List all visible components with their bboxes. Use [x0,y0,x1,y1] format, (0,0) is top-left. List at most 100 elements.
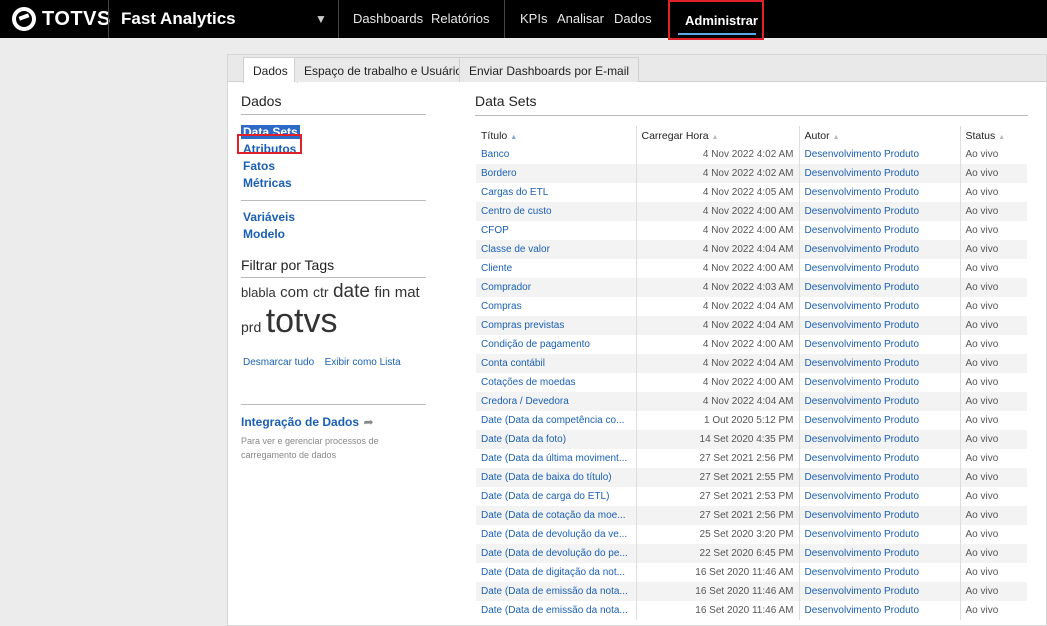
dataset-title-link[interactable]: Date (Data de baixa do título) [476,468,637,487]
col-author-header[interactable]: Autor ▲ [799,126,961,145]
tag[interactable]: prd [241,319,261,335]
table-row[interactable]: Date (Data de emissão da nota... 16 Set 2… [476,582,1027,601]
table-row[interactable]: Conta contábil 4 Nov 2022 4:04 AM Desenvol… [476,354,1027,373]
author-link[interactable]: Desenvolvimento Produto [799,259,961,278]
show-as-list-link[interactable]: Exibir como Lista [325,357,401,368]
table-row[interactable]: CFOP 4 Nov 2022 4:00 AM Desenvolvimento Pr… [476,221,1027,240]
author-link[interactable]: Desenvolvimento Produto [799,316,961,335]
dataset-title-link[interactable]: Date (Data de carga do ETL) [476,487,637,506]
dataset-title-link[interactable]: Cargas do ETL [476,183,637,202]
table-row[interactable]: Centro de custo 4 Nov 2022 4:00 AM Desenvo… [476,202,1027,221]
author-link[interactable]: Desenvolvimento Produto [799,449,961,468]
table-row[interactable]: Date (Data de devolução do pe... 22 Set 2… [476,544,1027,563]
nav-administrar[interactable]: Administrar [668,0,764,40]
dataset-title-link[interactable]: Compras previstas [476,316,637,335]
table-row[interactable]: Classe de valor 4 Nov 2022 4:04 AM Desenvo… [476,240,1027,259]
author-link[interactable]: Desenvolvimento Produto [799,373,961,392]
author-link[interactable]: Desenvolvimento Produto [799,145,961,164]
nav-analisar[interactable]: Analisar [557,11,604,26]
author-link[interactable]: Desenvolvimento Produto [799,297,961,316]
sidebar-item-fatos[interactable]: Fatos [243,158,426,175]
chevron-down-icon[interactable]: ▼ [315,12,327,26]
dataset-title-link[interactable]: Cotações de moedas [476,373,637,392]
nav-dashboards[interactable]: Dashboards [353,11,423,26]
col-status-header[interactable]: Status ▲ [960,126,1027,145]
table-row[interactable]: Date (Data de digitação da not... 16 Set … [476,563,1027,582]
author-link[interactable]: Desenvolvimento Produto [799,601,961,620]
dataset-title-link[interactable]: Date (Data da última moviment... [476,449,637,468]
table-row[interactable]: Date (Data de emissão da nota... 16 Set 2… [476,601,1027,620]
table-row[interactable]: Date (Data de baixa do título) 27 Set 202… [476,468,1027,487]
table-row[interactable]: Comprador 4 Nov 2022 4:03 AM Desenvolvimen… [476,278,1027,297]
dataset-title-link[interactable]: Date (Data de devolução da ve... [476,525,637,544]
dataset-title-link[interactable]: Date (Data de digitação da not... [476,563,637,582]
table-row[interactable]: Date (Data de devolução da ve... 25 Set 2… [476,525,1027,544]
table-row[interactable]: Bordero 4 Nov 2022 4:02 AM Desenvolvimento… [476,164,1027,183]
table-row[interactable]: Date (Data da foto) 14 Set 2020 4:35 PM De… [476,430,1027,449]
dataset-title-link[interactable]: Bordero [476,164,637,183]
dataset-title-link[interactable]: Centro de custo [476,202,637,221]
author-link[interactable]: Desenvolvimento Produto [799,392,961,411]
author-link[interactable]: Desenvolvimento Produto [799,202,961,221]
table-row[interactable]: Banco 4 Nov 2022 4:02 AM Desenvolvimento P… [476,145,1027,164]
sidebar-item-variaveis[interactable]: Variáveis [243,209,426,226]
author-link[interactable]: Desenvolvimento Produto [799,563,961,582]
author-link[interactable]: Desenvolvimento Produto [799,525,961,544]
author-link[interactable]: Desenvolvimento Produto [799,582,961,601]
author-link[interactable]: Desenvolvimento Produto [799,544,961,563]
author-link[interactable]: Desenvolvimento Produto [799,240,961,259]
integration-link[interactable]: Integração de Dados [241,415,359,429]
tag[interactable]: mat [395,284,420,301]
unmark-all-link[interactable]: Desmarcar tudo [243,357,314,368]
dataset-title-link[interactable]: Date (Data de emissão da nota... [476,582,637,601]
dataset-title-link[interactable]: Date (Data de cotação da moe... [476,506,637,525]
table-row[interactable]: Date (Data de carga do ETL) 27 Set 2021 2… [476,487,1027,506]
tab-email-dashboards[interactable]: Enviar Dashboards por E-mail [459,57,640,82]
col-title-header[interactable]: Título ▲ [476,126,637,145]
tag[interactable]: com [280,284,308,301]
totvs-logo[interactable]: TOTVS [12,6,111,32]
table-row[interactable]: Condição de pagamento 4 Nov 2022 4:00 AM D… [476,335,1027,354]
tag[interactable]: blabla [241,285,276,300]
table-row[interactable]: Compras 4 Nov 2022 4:04 AM Desenvolvimento… [476,297,1027,316]
author-link[interactable]: Desenvolvimento Produto [799,221,961,240]
author-link[interactable]: Desenvolvimento Produto [799,411,961,430]
dataset-title-link[interactable]: Date (Data da foto) [476,430,637,449]
dataset-title-link[interactable]: Date (Data de devolução do pe... [476,544,637,563]
dataset-title-link[interactable]: Credora / Devedora [476,392,637,411]
dataset-title-link[interactable]: Cliente [476,259,637,278]
nav-kpis[interactable]: KPIs [520,11,547,26]
tab-workspace-users[interactable]: Espaço de trabalho e Usuários [294,57,479,82]
author-link[interactable]: Desenvolvimento Produto [799,506,961,525]
sidebar-item-modelo[interactable]: Modelo [243,226,426,243]
author-link[interactable]: Desenvolvimento Produto [799,164,961,183]
table-row[interactable]: Credora / Devedora 4 Nov 2022 4:04 AM Dese… [476,392,1027,411]
author-link[interactable]: Desenvolvimento Produto [799,468,961,487]
dataset-title-link[interactable]: Banco [476,145,637,164]
dataset-title-link[interactable]: Conta contábil [476,354,637,373]
dataset-title-link[interactable]: Condição de pagamento [476,335,637,354]
dataset-title-link[interactable]: Date (Data da competência co... [476,411,637,430]
table-row[interactable]: Cliente 4 Nov 2022 4:00 AM Desenvolvimento… [476,259,1027,278]
table-row[interactable]: Date (Data de cotação da moe... 27 Set 20… [476,506,1027,525]
author-link[interactable]: Desenvolvimento Produto [799,278,961,297]
table-row[interactable]: Date (Data da última moviment... 27 Set 2… [476,449,1027,468]
author-link[interactable]: Desenvolvimento Produto [799,487,961,506]
dataset-title-link[interactable]: Classe de valor [476,240,637,259]
tag[interactable]: date [333,281,370,302]
dataset-title-link[interactable]: CFOP [476,221,637,240]
author-link[interactable]: Desenvolvimento Produto [799,335,961,354]
nav-relatorios[interactable]: Relatórios [431,11,490,26]
dataset-title-link[interactable]: Compras [476,297,637,316]
table-row[interactable]: Cotações de moedas 4 Nov 2022 4:00 AM Dese… [476,373,1027,392]
nav-dados[interactable]: Dados [614,11,652,26]
tab-dados[interactable]: Dados [243,57,298,83]
author-link[interactable]: Desenvolvimento Produto [799,183,961,202]
dataset-title-link[interactable]: Date (Data de emissão da nota... [476,601,637,620]
dataset-title-link[interactable]: Comprador [476,278,637,297]
tag[interactable]: ctr [313,284,329,300]
sidebar-item-metricas[interactable]: Métricas [243,175,426,192]
col-load-time-header[interactable]: Carregar Hora ▲ [636,126,800,145]
author-link[interactable]: Desenvolvimento Produto [799,430,961,449]
tag[interactable]: totvs [266,302,338,340]
